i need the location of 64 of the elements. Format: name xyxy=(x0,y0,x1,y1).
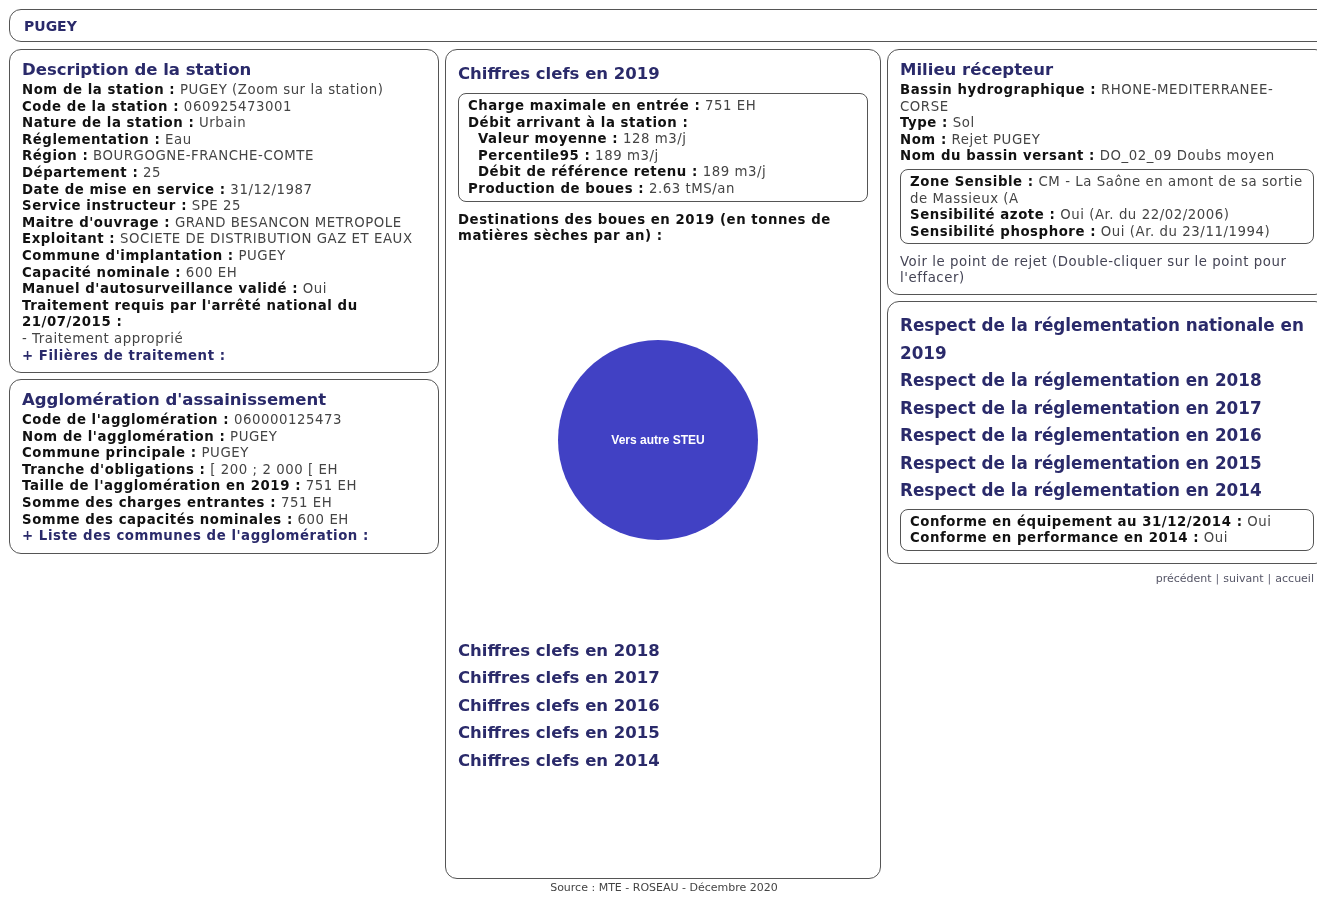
info-row-text: Capacité nominale : 600 EH xyxy=(22,264,239,282)
info-row-text: Nom de l'agglomération : PUGEY xyxy=(22,428,279,446)
info-row-text: Percentile95 : 189 m3/j xyxy=(477,147,660,164)
info-row-text: Charge maximale en entrée : 751 EH xyxy=(468,98,758,115)
info-row-text: Production de boues : 2.63 tMS/an xyxy=(468,180,736,198)
info-row-text: Code de la station : 060925473001 xyxy=(22,98,293,116)
info-row-text: Commune principale : PUGEY xyxy=(22,445,250,462)
info-row-text: Commune d'implantation : PUGEY xyxy=(22,247,287,265)
year-link[interactable]: Chiffres clefs en 2019 xyxy=(458,64,868,83)
info-row-text: Département : 25 xyxy=(22,164,163,182)
nav-link[interactable]: accueil xyxy=(1275,572,1314,586)
year-link[interactable]: Chiffres clefs en 2017 xyxy=(458,664,868,692)
year-link[interactable]: Respect de la réglementation en 2018 xyxy=(900,367,1314,395)
info-row-text: Manuel d'autosurveillance validé : Oui xyxy=(22,281,329,298)
year-link[interactable]: Chiffres clefs en 2015 xyxy=(458,719,868,747)
info-row-text: Nom du bassin versant : DO_02_09 Doubs moyen xyxy=(900,148,1276,165)
year-link[interactable]: Chiffres clefs en 2016 xyxy=(458,691,868,720)
panel-title: Milieu récepteur xyxy=(900,60,1055,79)
info-row-text: Région : BOURGOGNE-FRANCHE-COMTE xyxy=(22,148,315,165)
info-row-text: Somme des charges entrantes : 751 EH xyxy=(22,495,334,512)
info-row-text: Réglementation : Eau xyxy=(22,131,193,148)
info-text: - Traitement approprié xyxy=(22,330,185,348)
year-link[interactable]: Respect de la réglementation en 2014 xyxy=(900,477,1314,505)
panel-title: Agglomération d'assainissement xyxy=(22,390,328,410)
info-row-text: Débit de référence retenu : 189 m3/j xyxy=(477,164,768,181)
year-link[interactable]: Respect de la réglementation en 2017 xyxy=(900,394,1314,423)
info-row-text: Tranche d'obligations : [ 200 ; 2 000 [ EH xyxy=(22,461,339,478)
info-label: Débit arrivant à la station : xyxy=(468,114,690,132)
info-row-text: Exploitant : SOCIETE DE DISTRIBUTION GAZ ET EAUX xyxy=(22,231,414,248)
year-link[interactable]: Chiffres clefs en 2018 xyxy=(458,636,868,665)
year-link[interactable]: Respect de la réglementation nationale en 2019 xyxy=(900,312,1314,368)
info-row-text: Nature de la station : Urbain xyxy=(22,115,248,132)
chart-heading: Destinations des boues en 2019 (en tonnes de matières sèches par an) : xyxy=(458,211,832,245)
info-row-text: Sensibilité azote : Oui (Ar. du 22/02/2006) xyxy=(910,207,1231,224)
separator: | xyxy=(1267,572,1272,586)
map-link[interactable]: Voir le point de rejet (Double-cliquer sur le point pour l'effacer) xyxy=(900,254,1314,287)
info-row-text: Conforme en équipement au 31/12/2014 : Oui xyxy=(910,513,1273,531)
nav-link[interactable]: précédent xyxy=(1155,572,1212,586)
info-row-text: Sensibilité phosphore : Oui (Ar. du 23/11/1994) xyxy=(910,223,1272,241)
info-row-text: Bassin hydrographique : RHONE-MEDITERRANEE-CORSE xyxy=(900,82,1275,116)
info-row-text: Zone Sensible : CM - La Saône en amont de sa sortie de Massieux (A xyxy=(910,173,1304,207)
year-link[interactable]: Chiffres clefs en 2014 xyxy=(458,746,868,775)
station-title: PUGEY xyxy=(24,17,77,34)
info-row-text: Somme des capacités nominales : 600 EH xyxy=(22,511,350,528)
expand-link[interactable]: + Filières de traitement : xyxy=(22,347,426,365)
year-link[interactable]: Respect de la réglementation en 2015 xyxy=(900,449,1314,478)
nav-link[interactable]: suivant xyxy=(1223,572,1264,586)
panel-title: Description de la station xyxy=(22,60,253,79)
year-link[interactable]: Respect de la réglementation en 2016 xyxy=(900,422,1314,450)
info-row-text: Maitre d'ouvrage : GRAND BESANCON METROPOLE xyxy=(22,214,403,232)
separator: | xyxy=(1215,572,1220,586)
info-row-text: Taille de l'agglomération en 2019 : 751 EH xyxy=(22,478,359,496)
info-row-text: Nom : Rejet PUGEY xyxy=(900,131,1042,149)
info-row-text: Conforme en performance en 2014 : Oui xyxy=(910,530,1230,548)
info-row-text: Type : Sol xyxy=(900,115,976,132)
info-row-text: Date de mise en service : 31/12/1987 xyxy=(22,181,314,199)
info-row-text: Service instructeur : SPE 25 xyxy=(22,198,243,215)
info-label: Traitement requis par l'arrêté national du 21/07/2015 : xyxy=(22,297,359,331)
info-row-text: Nom de la station : PUGEY (Zoom sur la station) xyxy=(22,82,385,99)
expand-link[interactable]: + Liste des communes de l'agglomération : xyxy=(22,528,426,545)
info-row-text: Code de l'agglomération : 060000125473 xyxy=(22,412,344,429)
info-row-text: Valeur moyenne : 128 m3/j xyxy=(477,131,688,148)
source-footer: Source : MTE - ROSEAU - Décembre 2020 xyxy=(9,881,1317,894)
slice-label: Vers autre STEU xyxy=(611,432,705,447)
